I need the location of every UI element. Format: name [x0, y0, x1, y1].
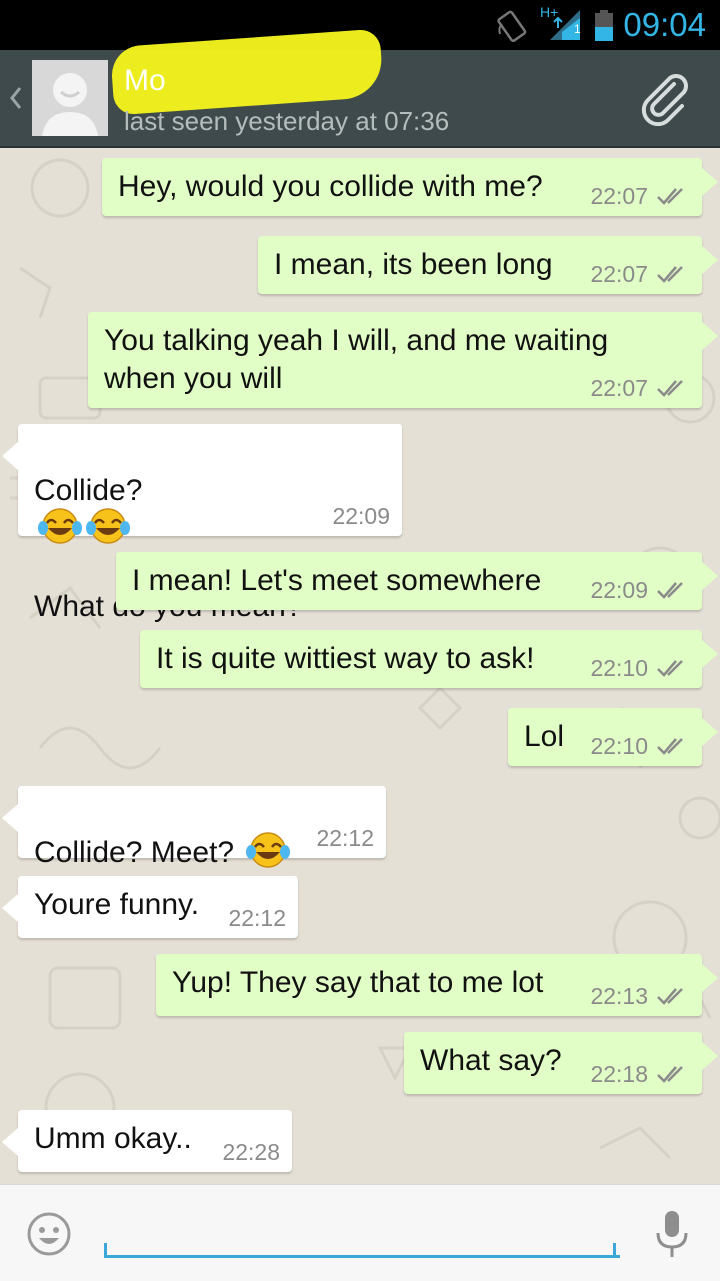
double-check-icon — [657, 582, 683, 599]
paperclip-icon[interactable] — [638, 70, 694, 126]
double-check-icon — [657, 380, 683, 397]
default-avatar-icon — [32, 60, 108, 136]
message-meta: 22:09 — [332, 504, 390, 528]
message-text: Collide? Meet? — [34, 796, 291, 874]
double-check-icon — [657, 1066, 683, 1083]
double-check-icon — [657, 988, 683, 1005]
screen-rotation-icon — [497, 10, 527, 43]
tears-of-joy-emoji-icon — [38, 508, 82, 544]
message-time: 22:12 — [228, 905, 286, 931]
input-underline-cap — [104, 1243, 107, 1255]
outgoing-message[interactable]: Hey, would you collide with me? 22:07 — [102, 158, 718, 216]
message-meta: 22:07 — [590, 184, 690, 208]
message-meta: 22:12 — [316, 826, 374, 850]
message-meta: 22:10 — [590, 656, 690, 680]
message-meta: 22:28 — [222, 1140, 280, 1164]
compose-bar — [0, 1184, 720, 1281]
tears-of-joy-emoji-icon — [86, 508, 130, 544]
message-time: 22:10 — [590, 733, 648, 759]
message-text-content: Collide? Meet? — [34, 836, 243, 869]
message-text: I mean! Let's meet somewhere — [132, 564, 542, 597]
avatar[interactable] — [32, 60, 108, 136]
double-check-icon — [657, 738, 683, 755]
outgoing-message[interactable]: What say? 22:18 — [404, 1032, 718, 1094]
double-check-icon — [657, 660, 683, 677]
chat-header: Mo last seen yesterday at 07:36 — [0, 28, 720, 148]
message-text: It is quite wittiest way to ask! — [156, 642, 535, 675]
message-time: 22:09 — [332, 503, 390, 529]
message-text: Yup! They say that to me lot — [172, 966, 544, 999]
outgoing-message[interactable]: It is quite wittiest way to ask! 22:10 — [140, 630, 718, 688]
input-underline-cap — [613, 1243, 616, 1255]
message-text: What say? — [420, 1044, 562, 1077]
message-input[interactable] — [104, 1203, 620, 1258]
message-text: I mean, its been long — [274, 248, 553, 281]
message-text: Lol — [524, 720, 565, 753]
message-text: Hey, would you collide with me? — [118, 170, 543, 203]
incoming-message[interactable]: Collide? What do you mean? 22:09 — [2, 424, 402, 623]
incoming-message[interactable]: Umm okay.. 22:28 — [2, 1110, 292, 1172]
outgoing-message[interactable]: Lol 22:10 — [508, 708, 718, 766]
battery-icon — [595, 10, 613, 41]
message-time: 22:07 — [590, 183, 648, 209]
back-chevron-icon[interactable] — [6, 80, 26, 116]
message-text: Youre funny. — [34, 888, 200, 921]
message-meta: 22:07 — [590, 376, 690, 400]
microphone-icon[interactable] — [654, 1209, 690, 1261]
outgoing-message[interactable]: I mean, its been long 22:07 — [258, 236, 718, 294]
message-time: 22:18 — [590, 1061, 648, 1087]
message-time: 22:07 — [590, 375, 648, 401]
double-check-icon — [657, 266, 683, 283]
double-check-icon — [657, 188, 683, 205]
outgoing-message[interactable]: I mean! Let's meet somewhere 22:09 — [116, 552, 718, 610]
sim-slot-label: 1 — [574, 22, 581, 36]
message-meta: 22:13 — [590, 984, 690, 1008]
message-meta: 22:09 — [590, 578, 690, 602]
tears-of-joy-emoji-icon — [246, 832, 291, 868]
message-time: 22:07 — [590, 261, 648, 287]
message-text: Umm okay.. — [34, 1122, 192, 1155]
message-meta: 22:07 — [590, 262, 690, 286]
message-time: 22:12 — [316, 825, 374, 851]
outgoing-message[interactable]: You talking yeah I will, and me waiting … — [88, 312, 718, 408]
message-time: 22:13 — [590, 983, 648, 1009]
message-meta: 22:12 — [228, 906, 286, 930]
incoming-message[interactable]: Youre funny. 22:12 — [2, 876, 298, 938]
message-meta: 22:10 — [590, 734, 690, 758]
contact-name[interactable]: Mo — [124, 64, 374, 100]
message-time: 22:28 — [222, 1139, 280, 1165]
chat-area[interactable]: Hey, would you collide with me? 22:07 I … — [0, 148, 720, 1184]
outgoing-message[interactable]: Yup! They say that to me lot 22:13 — [156, 954, 718, 1016]
message-text: You talking yeah I will, and me waiting … — [104, 324, 609, 395]
smiley-icon[interactable] — [26, 1211, 72, 1257]
message-time: 22:09 — [590, 577, 648, 603]
clock: 09:04 — [623, 6, 706, 43]
message-text-line-1: Collide? — [34, 474, 143, 507]
incoming-message[interactable]: Collide? Meet? 22:12 — [2, 786, 386, 869]
message-time: 22:10 — [590, 655, 648, 681]
message-meta: 22:18 — [590, 1062, 690, 1086]
last-seen-status: last seen yesterday at 07:36 — [124, 106, 450, 136]
